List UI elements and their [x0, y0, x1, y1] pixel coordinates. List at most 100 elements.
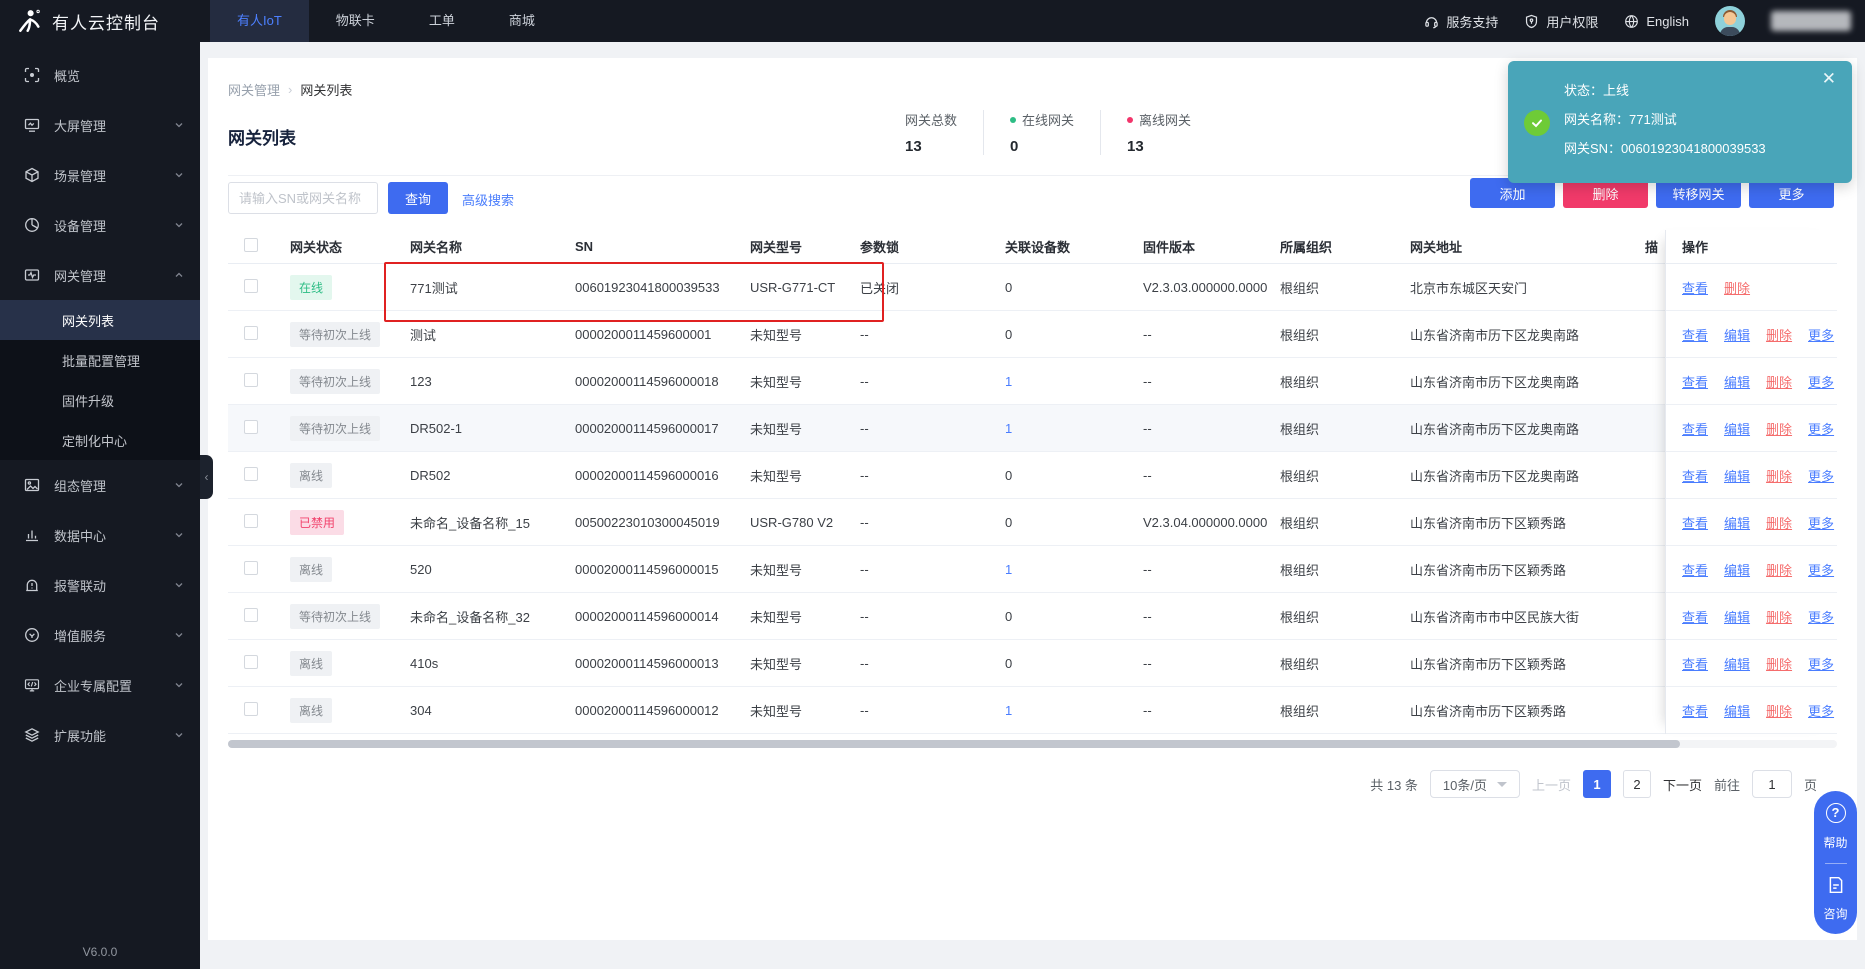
op-edit-link[interactable]: 编辑	[1724, 560, 1750, 579]
table-row[interactable]: 等待初次上线 123 00002000114596000018 未知型号 -- …	[228, 358, 1837, 405]
op-edit-link[interactable]: 编辑	[1724, 513, 1750, 532]
help-question-icon[interactable]: ?	[1825, 802, 1846, 823]
op-view-link[interactable]: 查看	[1682, 325, 1708, 344]
next-page-button[interactable]: 下一页	[1663, 775, 1702, 794]
table-row[interactable]: 等待初次上线 测试 0000200011459600001 未知型号 -- 0 …	[228, 311, 1837, 358]
tab-iot-card[interactable]: 物联卡	[309, 0, 402, 42]
row-checkbox[interactable]	[244, 560, 258, 575]
op-view-link[interactable]: 查看	[1682, 372, 1708, 391]
op-delete-link[interactable]: 删除	[1766, 419, 1792, 438]
query-button[interactable]: 查询	[388, 182, 448, 214]
sidebar-item-value-added-services[interactable]: 增值服务	[0, 610, 200, 660]
sidebar-collapse-handle[interactable]: ‹	[200, 455, 213, 499]
op-more-link[interactable]: 更多	[1808, 372, 1834, 391]
language-switch[interactable]: English	[1624, 14, 1689, 29]
op-view-link[interactable]: 查看	[1682, 513, 1708, 532]
user-permission-link[interactable]: 用户权限	[1524, 12, 1598, 31]
row-checkbox[interactable]	[244, 701, 258, 716]
tab-usr-iot[interactable]: 有人IoT	[210, 0, 309, 42]
sidebar-item-gateway-mgmt[interactable]: 网关管理	[0, 250, 200, 300]
sidebar-item-extensions[interactable]: 扩展功能	[0, 710, 200, 760]
op-delete-link[interactable]: 删除	[1724, 278, 1750, 297]
sidebar-item-scene-mgmt[interactable]: 场景管理	[0, 150, 200, 200]
row-checkbox[interactable]	[244, 513, 258, 528]
table-row[interactable]: 已禁用 未命名_设备名称_15 00500223010300045019 USR…	[228, 499, 1837, 546]
sidebar-item-alarm-linkage[interactable]: 报警联动	[0, 560, 200, 610]
search-input[interactable]	[228, 182, 378, 214]
sidebar-item-device-mgmt[interactable]: 设备管理	[0, 200, 200, 250]
op-delete-link[interactable]: 删除	[1766, 654, 1792, 673]
op-delete-link[interactable]: 删除	[1766, 466, 1792, 485]
op-delete-link[interactable]: 删除	[1766, 560, 1792, 579]
table-row[interactable]: 在线 771测试 00601923041800039533 USR-G771-C…	[228, 262, 1837, 322]
op-more-link[interactable]: 更多	[1808, 325, 1834, 344]
select-all-checkbox[interactable]	[244, 238, 258, 252]
page-button-1[interactable]: 1	[1582, 770, 1611, 798]
op-edit-link[interactable]: 编辑	[1724, 466, 1750, 485]
sidebar-item-gateway-list[interactable]: 网关列表	[0, 300, 200, 340]
op-more-link[interactable]: 更多	[1808, 654, 1834, 673]
sidebar-item-data-center[interactable]: 数据中心	[0, 510, 200, 560]
op-more-link[interactable]: 更多	[1808, 607, 1834, 626]
table-row[interactable]: 等待初次上线 未命名_设备名称_32 00002000114596000014 …	[228, 593, 1837, 640]
op-delete-link[interactable]: 删除	[1766, 325, 1792, 344]
consult-doc-icon[interactable]	[1827, 876, 1845, 894]
op-edit-link[interactable]: 编辑	[1724, 372, 1750, 391]
op-edit-link[interactable]: 编辑	[1724, 325, 1750, 344]
op-view-link[interactable]: 查看	[1682, 466, 1708, 485]
toast-close-icon[interactable]: ✕	[1822, 69, 1836, 89]
horizontal-scrollbar-thumb[interactable]	[228, 740, 1680, 748]
row-checkbox[interactable]	[244, 466, 258, 481]
goto-page-input[interactable]	[1751, 770, 1792, 798]
table-row[interactable]: 离线 DR502 00002000114596000016 未知型号 -- 0 …	[228, 452, 1837, 499]
sidebar-item-enterprise-config[interactable]: 企业专属配置	[0, 660, 200, 710]
tab-mall[interactable]: 商城	[482, 0, 562, 42]
page-size-select[interactable]: 10条/页	[1429, 770, 1520, 798]
sidebar-item-firmware-upgrade[interactable]: 固件升级	[0, 380, 200, 420]
tab-work-order[interactable]: 工单	[402, 0, 482, 42]
row-checkbox[interactable]	[244, 278, 258, 293]
table-row[interactable]: 等待初次上线 DR502-1 00002000114596000017 未知型号…	[228, 405, 1837, 452]
sidebar-item-customization-center[interactable]: 定制化中心	[0, 420, 200, 460]
op-view-link[interactable]: 查看	[1682, 278, 1708, 297]
table-row[interactable]: 离线 410s 00002000114596000013 未知型号 -- 0 -…	[228, 640, 1837, 687]
username-blurred[interactable]	[1771, 11, 1851, 31]
table-row[interactable]: 离线 520 00002000114596000015 未知型号 -- 1 --…	[228, 546, 1837, 593]
op-view-link[interactable]: 查看	[1682, 419, 1708, 438]
op-more-link[interactable]: 更多	[1808, 466, 1834, 485]
op-delete-link[interactable]: 删除	[1766, 372, 1792, 391]
page-button-2[interactable]: 2	[1622, 770, 1651, 798]
sidebar-item-configuration-mgmt[interactable]: 组态管理	[0, 460, 200, 510]
horizontal-scrollbar-track[interactable]	[228, 740, 1837, 748]
op-delete-link[interactable]: 删除	[1766, 513, 1792, 532]
table-row[interactable]: 离线 304 00002000114596000012 未知型号 -- 1 --…	[228, 687, 1837, 734]
sidebar-item-overview[interactable]: 概览	[0, 50, 200, 100]
help-label[interactable]: 帮助	[1823, 834, 1847, 851]
row-checkbox[interactable]	[244, 372, 258, 387]
op-edit-link[interactable]: 编辑	[1724, 607, 1750, 626]
row-checkbox[interactable]	[244, 419, 258, 434]
consult-label[interactable]: 咨询	[1823, 905, 1847, 922]
op-more-link[interactable]: 更多	[1808, 513, 1834, 532]
op-edit-link[interactable]: 编辑	[1724, 654, 1750, 673]
op-edit-link[interactable]: 编辑	[1724, 419, 1750, 438]
op-more-link[interactable]: 更多	[1808, 419, 1834, 438]
prev-page-button[interactable]: 上一页	[1532, 775, 1571, 794]
op-more-link[interactable]: 更多	[1808, 701, 1834, 720]
row-checkbox[interactable]	[244, 654, 258, 669]
advanced-search-link[interactable]: 高级搜索	[462, 190, 514, 209]
op-view-link[interactable]: 查看	[1682, 654, 1708, 673]
sidebar-item-screen-mgmt[interactable]: 大屏管理	[0, 100, 200, 150]
op-delete-link[interactable]: 删除	[1766, 607, 1792, 626]
sidebar-item-batch-config[interactable]: 批量配置管理	[0, 340, 200, 380]
op-delete-link[interactable]: 删除	[1766, 701, 1792, 720]
service-support-link[interactable]: 服务支持	[1424, 12, 1498, 31]
op-view-link[interactable]: 查看	[1682, 607, 1708, 626]
op-more-link[interactable]: 更多	[1808, 560, 1834, 579]
row-checkbox[interactable]	[244, 607, 258, 622]
op-edit-link[interactable]: 编辑	[1724, 701, 1750, 720]
op-view-link[interactable]: 查看	[1682, 701, 1708, 720]
row-checkbox[interactable]	[244, 325, 258, 340]
breadcrumb-parent[interactable]: 网关管理	[228, 80, 280, 99]
op-view-link[interactable]: 查看	[1682, 560, 1708, 579]
